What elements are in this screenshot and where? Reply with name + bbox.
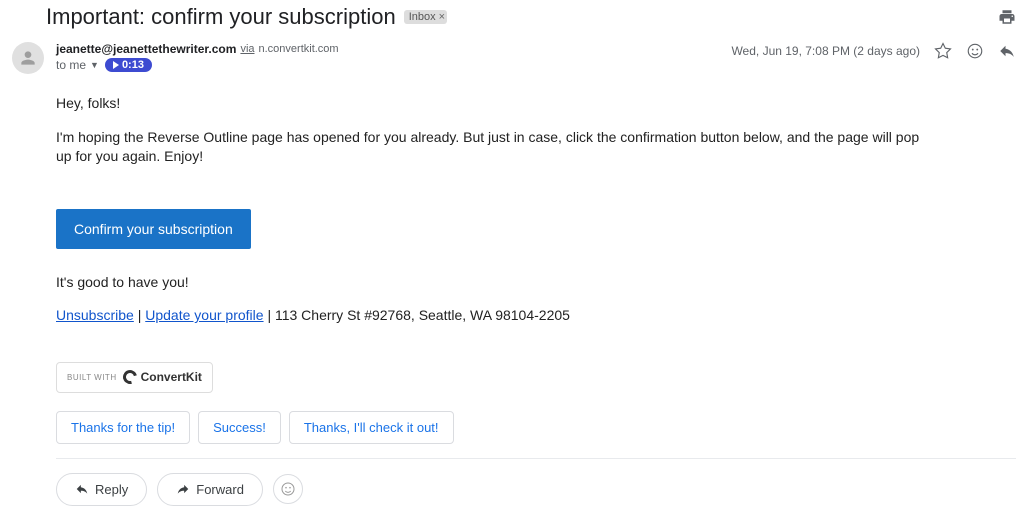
timestamp: Wed, Jun 19, 7:08 PM (2 days ago) (731, 44, 920, 58)
builtwith-text: BUILT WITH (67, 372, 117, 383)
close-icon[interactable]: × (439, 11, 445, 23)
inbox-label[interactable]: Inbox × (404, 10, 447, 24)
to-text: to me (56, 58, 86, 72)
to-recipient[interactable]: to me ▼ (56, 58, 99, 72)
chevron-down-icon: ▼ (90, 60, 99, 70)
confirm-subscription-button[interactable]: Confirm your subscription (56, 209, 251, 249)
reply-button[interactable]: Reply (56, 473, 147, 506)
read-time-pill[interactable]: 0:13 (105, 58, 152, 72)
print-icon[interactable] (998, 8, 1016, 26)
smart-reply-2[interactable]: Success! (198, 411, 281, 444)
forward-arrow-icon (176, 482, 190, 496)
via-text: via (240, 43, 254, 55)
convertkit-icon (120, 368, 139, 387)
forward-label: Forward (196, 482, 244, 497)
reply-arrow-icon (75, 482, 89, 496)
email-body: Hey, folks! I'm hoping the Reverse Outli… (8, 74, 928, 393)
via-domain: n.convertkit.com (259, 43, 339, 55)
smiley-icon[interactable] (966, 42, 984, 60)
address: 113 Cherry St #92768, Seattle, WA 98104-… (275, 307, 570, 323)
update-profile-link[interactable]: Update your profile (145, 307, 263, 323)
reaction-button[interactable] (273, 474, 303, 504)
play-icon (113, 61, 119, 69)
convertkit-text: ConvertKit (141, 369, 202, 386)
smiley-outline-icon (280, 481, 296, 497)
reply-label: Reply (95, 482, 128, 497)
unsubscribe-link[interactable]: Unsubscribe (56, 307, 134, 323)
pill-time: 0:13 (122, 59, 144, 71)
email-subject: Important: confirm your subscription (46, 4, 396, 30)
star-icon[interactable] (934, 42, 952, 60)
separator: | (267, 307, 275, 323)
sender-email: jeanette@jeanettethewriter.com (56, 42, 236, 56)
body-greeting: Hey, folks! (56, 94, 928, 114)
inbox-label-text: Inbox (409, 11, 436, 23)
reply-icon[interactable] (998, 42, 1016, 60)
smart-reply-1[interactable]: Thanks for the tip! (56, 411, 190, 444)
forward-button[interactable]: Forward (157, 473, 263, 506)
body-outro: It's good to have you! (56, 273, 928, 293)
convertkit-logo: ConvertKit (123, 369, 202, 386)
avatar (12, 42, 44, 74)
smart-reply-3[interactable]: Thanks, I'll check it out! (289, 411, 454, 444)
builtwith-badge[interactable]: BUILT WITH ConvertKit (56, 362, 213, 393)
body-para1: I'm hoping the Reverse Outline page has … (56, 128, 928, 167)
